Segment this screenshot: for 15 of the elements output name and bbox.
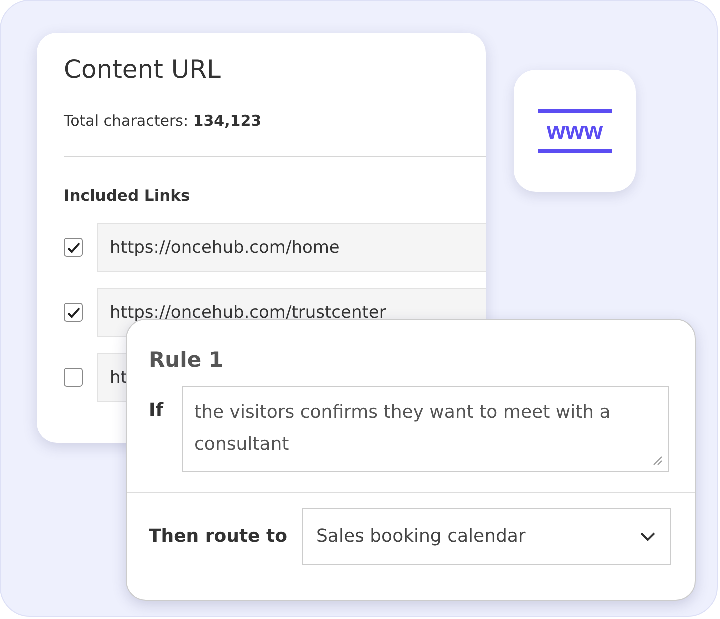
total-characters: Total characters: 134,123: [64, 112, 263, 130]
links-heading: Included Links: [64, 187, 192, 205]
checkbox[interactable]: [64, 303, 83, 322]
card-title: Content URL: [64, 55, 222, 84]
condition-field[interactable]: the visitors confirms they want to meet with a consultant: [182, 386, 669, 472]
checkbox[interactable]: [64, 368, 83, 387]
route-label: Then route to: [149, 526, 288, 547]
rule-title: Rule 1: [149, 348, 224, 372]
chevron-down-icon: [640, 532, 656, 542]
if-label: If: [149, 400, 164, 423]
www-logo: www: [538, 108, 612, 154]
destination-select[interactable]: Sales booking calendar: [302, 508, 671, 565]
checkbox[interactable]: [64, 238, 83, 257]
url-field[interactable]: https://oncehub.com/home: [97, 223, 486, 272]
resize-grip-icon[interactable]: [651, 454, 663, 466]
